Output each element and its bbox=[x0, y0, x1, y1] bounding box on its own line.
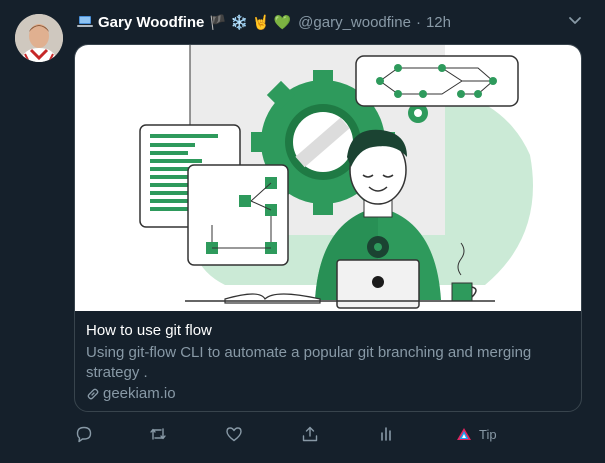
analytics-icon bbox=[381, 427, 391, 441]
link-icon bbox=[87, 388, 99, 400]
tip-label: Tip bbox=[479, 426, 497, 442]
tweet-actions: Tip bbox=[74, 424, 534, 444]
retweet-icon bbox=[150, 428, 166, 440]
card-description: Using git-flow CLI to automate a popular… bbox=[86, 344, 532, 381]
wales-flag-icon: 🏴 bbox=[209, 13, 227, 30]
share-icon bbox=[302, 426, 318, 442]
chevron-down-icon[interactable] bbox=[567, 12, 583, 28]
card-illustration[interactable] bbox=[75, 45, 581, 311]
card-domain: geekiam.io bbox=[86, 384, 572, 404]
link-card[interactable]: How to use git flow Using git-flow CLI t… bbox=[74, 44, 582, 412]
analytics-button[interactable] bbox=[377, 424, 395, 444]
card-title: How to use git flow bbox=[86, 322, 212, 339]
heart-icon bbox=[226, 427, 242, 442]
green-heart-icon: 💚 bbox=[273, 13, 292, 30]
rock-hand-icon: 🤘 bbox=[252, 13, 270, 30]
share-button[interactable] bbox=[301, 424, 319, 444]
card-domain-label[interactable]: geekiam.io bbox=[103, 384, 176, 404]
tweet-header: Gary Woodfine 🏴 ❄️ 🤘 💚 @gary_woodfine · … bbox=[76, 12, 585, 32]
tip-button[interactable]: Tip bbox=[455, 424, 497, 444]
retweet-button[interactable] bbox=[149, 424, 167, 444]
author-handle[interactable]: @gary_woodfine bbox=[298, 14, 411, 31]
author-name[interactable]: Gary Woodfine bbox=[98, 14, 204, 31]
like-button[interactable] bbox=[225, 424, 243, 444]
laptop-icon bbox=[77, 16, 93, 27]
card-body[interactable]: How to use git flow Using git-flow CLI t… bbox=[75, 311, 581, 404]
tweet-time[interactable]: 12h bbox=[426, 14, 451, 31]
reply-button[interactable] bbox=[75, 424, 93, 444]
reply-icon bbox=[76, 426, 92, 443]
separator: · bbox=[415, 13, 421, 31]
avatar[interactable] bbox=[15, 14, 63, 62]
snowflake-icon: ❄️ bbox=[230, 13, 249, 30]
tip-icon bbox=[457, 428, 471, 440]
